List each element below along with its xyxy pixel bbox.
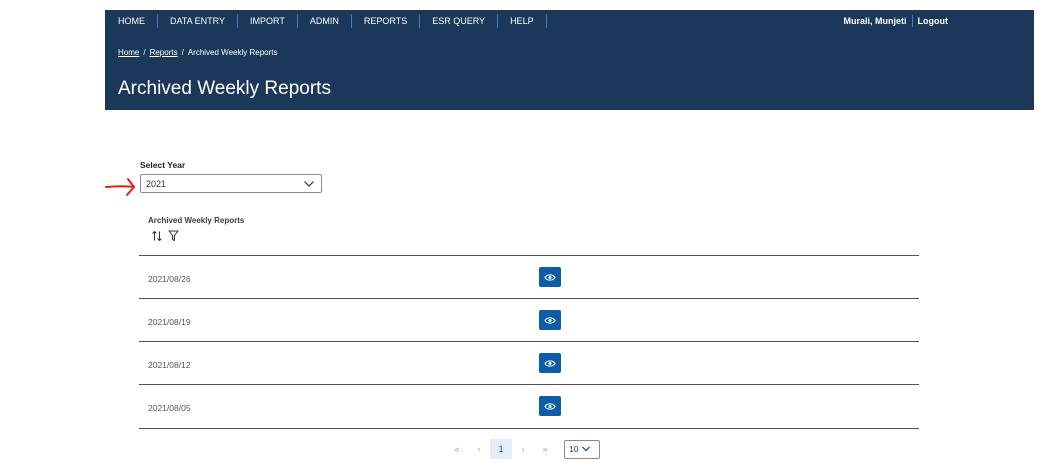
- sort-icon[interactable]: [151, 230, 163, 242]
- nav-home[interactable]: HOME: [118, 14, 158, 28]
- page-size-select[interactable]: 10: [564, 439, 600, 459]
- view-report-button[interactable]: [539, 267, 561, 287]
- annotation-arrow-icon: [105, 178, 135, 196]
- breadcrumb-separator: /: [181, 48, 184, 57]
- eye-icon: [544, 273, 556, 281]
- pagination: « ‹ 1 › » 10: [446, 438, 600, 460]
- table-row: 2021/08/05: [139, 384, 919, 429]
- chevron-down-icon: [304, 181, 314, 187]
- page-title: Archived Weekly Reports: [118, 78, 331, 99]
- year-select-value: 2021: [146, 178, 167, 189]
- logout-link[interactable]: Logout: [918, 16, 949, 26]
- eye-icon: [544, 359, 556, 367]
- user-name: Murali, Munjeti: [844, 15, 913, 27]
- breadcrumb-reports[interactable]: Reports: [150, 48, 178, 57]
- report-date: 2021/08/05: [148, 403, 191, 413]
- current-page-button[interactable]: 1: [490, 439, 512, 459]
- nav-admin[interactable]: ADMIN: [310, 14, 352, 28]
- next-page-button[interactable]: ›: [512, 444, 534, 454]
- last-page-button[interactable]: »: [534, 444, 556, 454]
- breadcrumb-separator: /: [143, 48, 146, 57]
- nav-data-entry[interactable]: DATA ENTRY: [170, 14, 239, 28]
- reports-table: 2021/08/26 2021/08/19 2021/08/12 2021/08…: [139, 255, 919, 429]
- nav-help[interactable]: HELP: [510, 14, 547, 28]
- site-header: HOME DATA ENTRY IMPORT ADMIN REPORTS ESR…: [105, 10, 1034, 110]
- table-row: 2021/08/19: [139, 298, 919, 341]
- nav-esr-query[interactable]: ESR QUERY: [432, 14, 499, 28]
- column-header: Archived Weekly Reports: [148, 216, 245, 225]
- breadcrumb-current: Archived Weekly Reports: [187, 48, 278, 57]
- chevron-down-icon: [582, 446, 591, 452]
- user-area: Murali, Munjeti Logout: [844, 10, 949, 32]
- filter-icon[interactable]: [168, 230, 179, 242]
- prev-page-button[interactable]: ‹: [468, 444, 490, 454]
- year-select-label: Select Year: [140, 160, 186, 170]
- top-nav: HOME DATA ENTRY IMPORT ADMIN REPORTS ESR…: [118, 10, 559, 32]
- column-tools: [151, 230, 179, 242]
- breadcrumb: Home / Reports / Archived Weekly Reports: [118, 48, 278, 57]
- table-row: 2021/08/26: [139, 255, 919, 298]
- nav-import[interactable]: IMPORT: [250, 14, 298, 28]
- year-select[interactable]: 2021: [140, 174, 322, 193]
- view-report-button[interactable]: [539, 396, 561, 416]
- report-date: 2021/08/26: [148, 274, 191, 284]
- view-report-button[interactable]: [539, 310, 561, 330]
- first-page-button[interactable]: «: [446, 444, 468, 454]
- nav-reports[interactable]: REPORTS: [364, 14, 421, 28]
- report-date: 2021/08/12: [148, 360, 191, 370]
- view-report-button[interactable]: [539, 353, 561, 373]
- page-size-value: 10: [569, 444, 579, 454]
- breadcrumb-home[interactable]: Home: [118, 48, 139, 57]
- report-date: 2021/08/19: [148, 317, 191, 327]
- eye-icon: [544, 402, 556, 410]
- eye-icon: [544, 316, 556, 324]
- table-row: 2021/08/12: [139, 341, 919, 384]
